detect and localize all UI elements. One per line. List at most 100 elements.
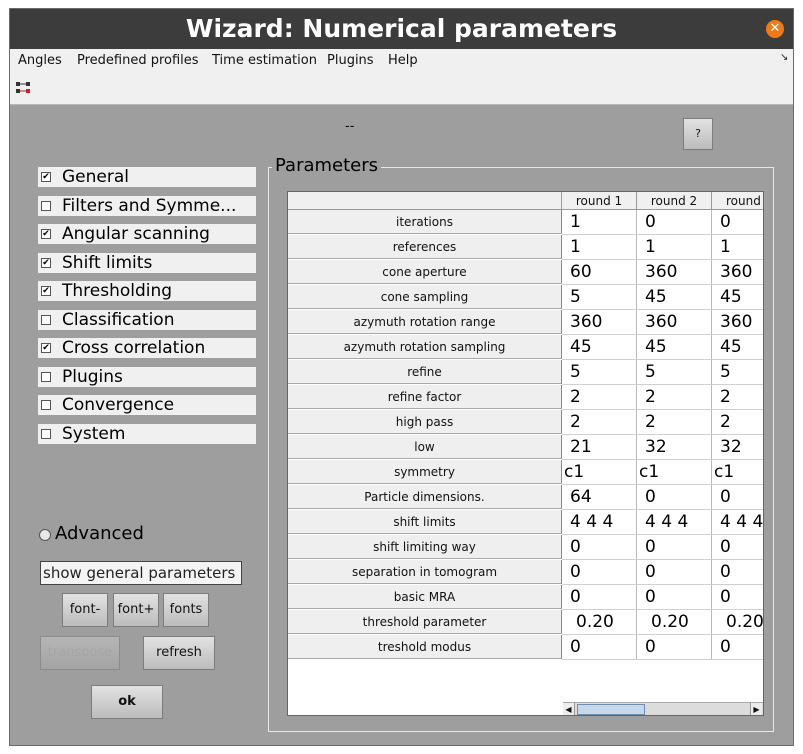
table-cell[interactable]: 360: [712, 310, 763, 335]
table-cell[interactable]: c1: [712, 460, 763, 485]
table-cell[interactable]: 1: [562, 210, 637, 235]
table-cell[interactable]: 2: [562, 410, 637, 435]
refresh-button[interactable]: refresh: [143, 636, 215, 670]
table-cell[interactable]: 45: [712, 335, 763, 360]
table-cell[interactable]: 2: [562, 385, 637, 410]
show-parameters-field[interactable]: show general parameters: [40, 561, 242, 585]
table-cell[interactable]: 21: [562, 435, 637, 460]
section-checkbox-8[interactable]: Convergence: [38, 395, 256, 415]
table-cell[interactable]: 360: [637, 260, 712, 285]
title-bar[interactable]: Wizard: Numerical parameters ✕: [10, 9, 793, 49]
table-cell[interactable]: 1: [637, 235, 712, 260]
table-cell[interactable]: 0: [562, 635, 637, 660]
table-cell[interactable]: 5: [712, 360, 763, 385]
section-checkbox-7[interactable]: Plugins: [38, 367, 256, 387]
table-cell[interactable]: 360: [712, 260, 763, 285]
column-header-round-2[interactable]: round 2: [637, 192, 712, 210]
table-cell[interactable]: 45: [637, 335, 712, 360]
table-cell[interactable]: 0: [637, 585, 712, 610]
table-cell[interactable]: 0: [712, 535, 763, 560]
table-cell[interactable]: 2: [712, 385, 763, 410]
table-cell[interactable]: 0.20: [637, 610, 712, 635]
checkbox-icon[interactable]: [41, 315, 51, 325]
scroll-thumb[interactable]: [577, 704, 645, 715]
checkbox-icon[interactable]: [41, 429, 51, 439]
checkbox-icon[interactable]: ✔: [41, 229, 51, 239]
table-cell[interactable]: 5: [637, 360, 712, 385]
table-cell[interactable]: 360: [562, 310, 637, 335]
table-cell[interactable]: 1: [562, 235, 637, 260]
help-button[interactable]: ?: [683, 118, 713, 150]
horizontal-scrollbar[interactable]: ◀ ▶: [563, 702, 763, 715]
section-checkbox-1[interactable]: Filters and Symme...: [38, 196, 256, 216]
table-cell[interactable]: 0: [712, 635, 763, 660]
table-cell[interactable]: 32: [637, 435, 712, 460]
menu-predefined-profiles[interactable]: Predefined profiles: [77, 49, 199, 72]
table-cell[interactable]: 0: [637, 635, 712, 660]
table-cell[interactable]: 0.20: [562, 610, 637, 635]
checkbox-icon[interactable]: [41, 372, 51, 382]
row-label: cone aperture: [288, 260, 562, 284]
menu-help[interactable]: Help: [388, 49, 418, 72]
transfer-icon[interactable]: [15, 80, 33, 96]
section-checkbox-2[interactable]: ✔ Angular scanning: [38, 224, 256, 244]
font-plus-button[interactable]: font+: [113, 593, 159, 627]
column-header-round-3[interactable]: round: [712, 192, 763, 210]
table-cell[interactable]: 0: [562, 535, 637, 560]
section-checkbox-6[interactable]: ✔ Cross correlation: [38, 338, 256, 358]
close-icon[interactable]: ✕: [766, 20, 784, 38]
table-cell[interactable]: 0: [712, 560, 763, 585]
table-cell[interactable]: 5: [562, 285, 637, 310]
table-cell[interactable]: 0: [562, 585, 637, 610]
section-checkbox-4[interactable]: ✔ Thresholding: [38, 281, 256, 301]
table-cell[interactable]: 64: [562, 485, 637, 510]
section-checkbox-0[interactable]: ✔ General: [38, 167, 256, 187]
scroll-left-icon[interactable]: ◀: [563, 703, 575, 715]
section-checkbox-5[interactable]: Classification: [38, 310, 256, 330]
table-cell[interactable]: 60: [562, 260, 637, 285]
table-cell[interactable]: 4 4 4: [637, 510, 712, 535]
table-cell[interactable]: 2: [712, 410, 763, 435]
checkbox-icon[interactable]: [41, 400, 51, 410]
advanced-radio[interactable]: [39, 529, 51, 541]
checkbox-icon[interactable]: ✔: [41, 286, 51, 296]
checkbox-icon[interactable]: ✔: [41, 258, 51, 268]
table-cell[interactable]: 45: [562, 335, 637, 360]
table-cell[interactable]: 0.20: [712, 610, 763, 635]
table-cell[interactable]: 32: [712, 435, 763, 460]
table-cell[interactable]: 2: [637, 385, 712, 410]
checkbox-icon[interactable]: [41, 201, 51, 211]
table-cell[interactable]: 45: [637, 285, 712, 310]
table-cell[interactable]: 4 4 4: [562, 510, 637, 535]
table-cell[interactable]: 45: [712, 285, 763, 310]
table-cell[interactable]: 0: [712, 485, 763, 510]
section-checkbox-3[interactable]: ✔ Shift limits: [38, 253, 256, 273]
scroll-right-icon[interactable]: ▶: [750, 703, 762, 715]
table-cell[interactable]: 0: [562, 560, 637, 585]
table-cell[interactable]: c1: [637, 460, 712, 485]
table-cell[interactable]: 360: [637, 310, 712, 335]
table-cell[interactable]: 4 4 4: [712, 510, 763, 535]
ok-button[interactable]: ok: [91, 685, 163, 719]
menu-time-estimation[interactable]: Time estimation: [212, 49, 317, 72]
table-cell[interactable]: 5: [562, 360, 637, 385]
transpose-button[interactable]: transpose: [40, 636, 120, 670]
table-cell[interactable]: 0: [637, 485, 712, 510]
menu-overflow-icon[interactable]: ↘: [780, 52, 788, 63]
checkbox-icon[interactable]: ✔: [41, 343, 51, 353]
menu-plugins[interactable]: Plugins: [327, 49, 374, 72]
table-cell[interactable]: 0: [712, 585, 763, 610]
menu-angles[interactable]: Angles: [18, 49, 62, 72]
table-cell[interactable]: 0: [712, 210, 763, 235]
table-cell[interactable]: c1: [562, 460, 637, 485]
font-minus-button[interactable]: font-: [62, 593, 108, 627]
table-cell[interactable]: 0: [637, 535, 712, 560]
section-checkbox-9[interactable]: System: [38, 424, 256, 444]
fonts-button[interactable]: fonts: [163, 593, 209, 627]
table-cell[interactable]: 2: [637, 410, 712, 435]
table-cell[interactable]: 0: [637, 560, 712, 585]
column-header-round-1[interactable]: round 1: [562, 192, 637, 210]
table-cell[interactable]: 1: [712, 235, 763, 260]
checkbox-icon[interactable]: ✔: [41, 172, 51, 182]
table-cell[interactable]: 0: [637, 210, 712, 235]
